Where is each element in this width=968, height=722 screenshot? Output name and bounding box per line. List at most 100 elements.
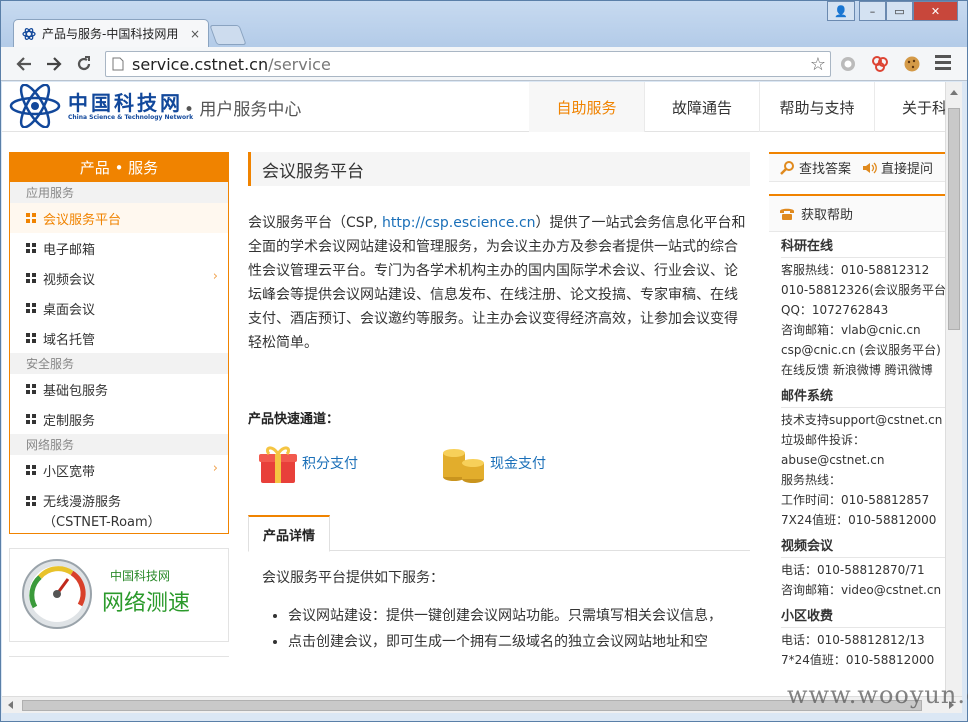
speedometer-icon bbox=[22, 559, 92, 629]
reload-icon[interactable] bbox=[73, 53, 95, 75]
profile-icon[interactable]: 👤 bbox=[827, 1, 855, 21]
minimize-button[interactable]: – bbox=[859, 1, 886, 21]
sidebar-item-label: 定制服务 bbox=[43, 413, 96, 429]
extension-circle-icon[interactable] bbox=[837, 53, 859, 75]
help-sidebar: 查找答案 直接提问 获取帮助 科研在线 客服热线：010-58812312 01… bbox=[769, 152, 945, 670]
duty-phone: 7X24值班：010-58812000 bbox=[781, 513, 937, 527]
community-duty-phone: 7*24值班：010-58812000 bbox=[781, 653, 935, 667]
sidebar-item-community-broadband[interactable]: 小区宽带 › bbox=[10, 455, 228, 485]
ask-question-label: 直接提问 bbox=[881, 162, 934, 177]
ask-question-link[interactable]: 直接提问 bbox=[861, 158, 933, 177]
email-link[interactable]: csp@cnic.cn (会议服务平台) bbox=[781, 340, 945, 360]
detail-intro: 会议服务平台提供如下服务： bbox=[262, 570, 444, 586]
extension-rings-icon[interactable] bbox=[869, 53, 891, 75]
close-window-button[interactable]: ✕ bbox=[913, 1, 958, 21]
hotline-text: 客服热线：010-58812312 bbox=[781, 263, 930, 277]
cash-payment-label: 现金支付 bbox=[490, 456, 546, 472]
chevron-right-icon: › bbox=[212, 461, 218, 476]
search-icon bbox=[780, 160, 794, 175]
scroll-left-icon[interactable] bbox=[8, 701, 13, 709]
forward-arrow-icon[interactable] bbox=[43, 53, 65, 75]
window-user-area: 👤 bbox=[827, 1, 855, 21]
sidebar-group-app: 应用服务 bbox=[10, 182, 228, 203]
sidebar-divider bbox=[9, 656, 229, 676]
browser-tab[interactable]: 产品与服务-中国科技网用 × bbox=[13, 19, 209, 47]
sidebar-item-domain-hosting[interactable]: 域名托管 bbox=[10, 323, 228, 353]
detail-list: 会议网站建设：提供一键创建会议网站功能。只需填写相关会议信息， 点击创建会议，即… bbox=[248, 603, 750, 655]
sidebar-item-label: 桌面会议 bbox=[43, 302, 96, 318]
vertical-scrollbar[interactable] bbox=[945, 82, 962, 696]
bookmark-star-icon[interactable]: ☆ bbox=[810, 54, 826, 75]
section-title: 视频会议 bbox=[781, 532, 945, 558]
quick-channel-title: 产品快速通道： bbox=[248, 412, 340, 427]
site-logo[interactable]: 中国科技网 China Science & Technology Network bbox=[8, 84, 193, 128]
detail-tabs: 产品详情 bbox=[248, 515, 750, 552]
video-phone: 电话：010-58812870/71 bbox=[781, 563, 925, 577]
main-content: 会议服务平台 会议服务平台（CSP, http://csp.escience.c… bbox=[248, 152, 750, 655]
csp-link[interactable]: http://csp.escience.cn bbox=[382, 215, 536, 231]
window-controls: – ▭ ✕ bbox=[859, 1, 958, 21]
extension-cookie-icon[interactable] bbox=[901, 53, 923, 75]
atom-logo-icon bbox=[9, 84, 61, 128]
nav-fault-notice[interactable]: 故障通告 bbox=[644, 82, 759, 132]
find-answer-label: 查找答案 bbox=[799, 162, 852, 177]
browser-menu-icon[interactable] bbox=[935, 55, 951, 73]
sidebar-item-video-meeting[interactable]: 视频会议 › bbox=[10, 263, 228, 293]
address-bar[interactable]: service.cstnet.cn/service ☆ bbox=[105, 51, 831, 77]
new-tab-button[interactable] bbox=[209, 25, 247, 45]
product-sidebar: 产品 • 服务 应用服务 会议服务平台 电子邮箱 视频会议 › 桌面会议 域名托管… bbox=[9, 152, 229, 676]
tab-close-icon[interactable]: × bbox=[190, 27, 200, 41]
grid-icon bbox=[26, 414, 36, 424]
sidebar-item-basic-package[interactable]: 基础包服务 bbox=[10, 374, 228, 404]
cash-payment-link[interactable]: 现金支付 bbox=[440, 441, 616, 485]
user-center-title: • 用户服务中心 bbox=[184, 100, 302, 120]
sidebar-item-label: 会议服务平台 bbox=[43, 212, 122, 228]
grid-icon bbox=[26, 243, 36, 253]
sidebar-item-label: 域名托管 bbox=[43, 332, 96, 348]
sidebar-group-security: 安全服务 bbox=[10, 353, 228, 374]
speed-test-banner[interactable]: 中国科技网 网络测速 bbox=[9, 548, 229, 642]
logo-english: China Science & Technology Network bbox=[68, 113, 194, 121]
sidebar-item-meeting-platform[interactable]: 会议服务平台 bbox=[10, 203, 228, 233]
sidebar-item-label: 小区宽带 bbox=[43, 464, 96, 480]
help-actions: 查找答案 直接提问 bbox=[769, 152, 945, 182]
sidebar-item-desktop-meeting[interactable]: 桌面会议 bbox=[10, 293, 228, 323]
logo-chinese: 中国科技网 bbox=[68, 90, 183, 115]
intro-paragraph: 会议服务平台（CSP, http://csp.escience.cn）提供了一站… bbox=[248, 211, 750, 355]
speed-test-title: 网络测速 bbox=[102, 591, 191, 616]
intro-text-start: 会议服务平台（CSP, bbox=[248, 215, 383, 231]
back-arrow-icon[interactable] bbox=[13, 53, 35, 75]
sidebar-item-wireless-roaming[interactable]: 无线漫游服务 （CSTNET-Roam） bbox=[10, 485, 228, 533]
video-email-link[interactable]: 咨询邮箱：video@cstnet.cn bbox=[781, 580, 945, 600]
nav-self-service[interactable]: 自助服务 bbox=[529, 82, 644, 132]
phone-icon bbox=[780, 208, 794, 220]
abuse-email-link[interactable]: abuse@cstnet.cn bbox=[781, 450, 945, 470]
section-title: 小区收费 bbox=[781, 602, 945, 628]
get-help-header: 获取帮助 bbox=[769, 194, 945, 232]
grid-icon bbox=[26, 273, 36, 283]
feedback-links[interactable]: 在线反馈 新浪微博 腾讯微博 bbox=[781, 360, 945, 380]
sidebar-item-label: 视频会议 bbox=[43, 272, 96, 288]
sidebar-item-custom-service[interactable]: 定制服务 bbox=[10, 404, 228, 434]
service-hotline-label: 服务热线： bbox=[781, 473, 842, 487]
help-section-video: 视频会议 电话：010-58812870/71 咨询邮箱：video@cstne… bbox=[769, 532, 945, 600]
quick-channel-row: 积分支付 现金支付 bbox=[248, 441, 750, 485]
grid-icon bbox=[26, 303, 36, 313]
nav-about[interactable]: 关于科技 bbox=[874, 82, 945, 132]
sidebar-item-email[interactable]: 电子邮箱 bbox=[10, 233, 228, 263]
support-email-link[interactable]: 技术支持support@cstnet.cn bbox=[781, 410, 945, 430]
points-payment-link[interactable]: 积分支付 bbox=[256, 441, 432, 485]
find-answer-link[interactable]: 查找答案 bbox=[779, 158, 851, 177]
tab-product-details[interactable]: 产品详情 bbox=[248, 515, 330, 552]
tab-title: 产品与服务-中国科技网用 bbox=[42, 27, 179, 41]
chevron-right-icon: › bbox=[212, 269, 218, 284]
work-hours-phone: 工作时间：010-58812857 bbox=[781, 493, 930, 507]
qq-text: QQ：1072762843 bbox=[781, 303, 889, 317]
email-link[interactable]: 咨询邮箱：vlab@cnic.cn bbox=[781, 320, 945, 340]
grid-icon bbox=[26, 465, 36, 475]
sidebar-group-network: 网络服务 bbox=[10, 434, 228, 455]
nav-help-support[interactable]: 帮助与支持 bbox=[759, 82, 874, 132]
scroll-thumb[interactable] bbox=[948, 108, 960, 330]
scroll-up-icon[interactable] bbox=[950, 90, 958, 95]
maximize-button[interactable]: ▭ bbox=[886, 1, 913, 21]
